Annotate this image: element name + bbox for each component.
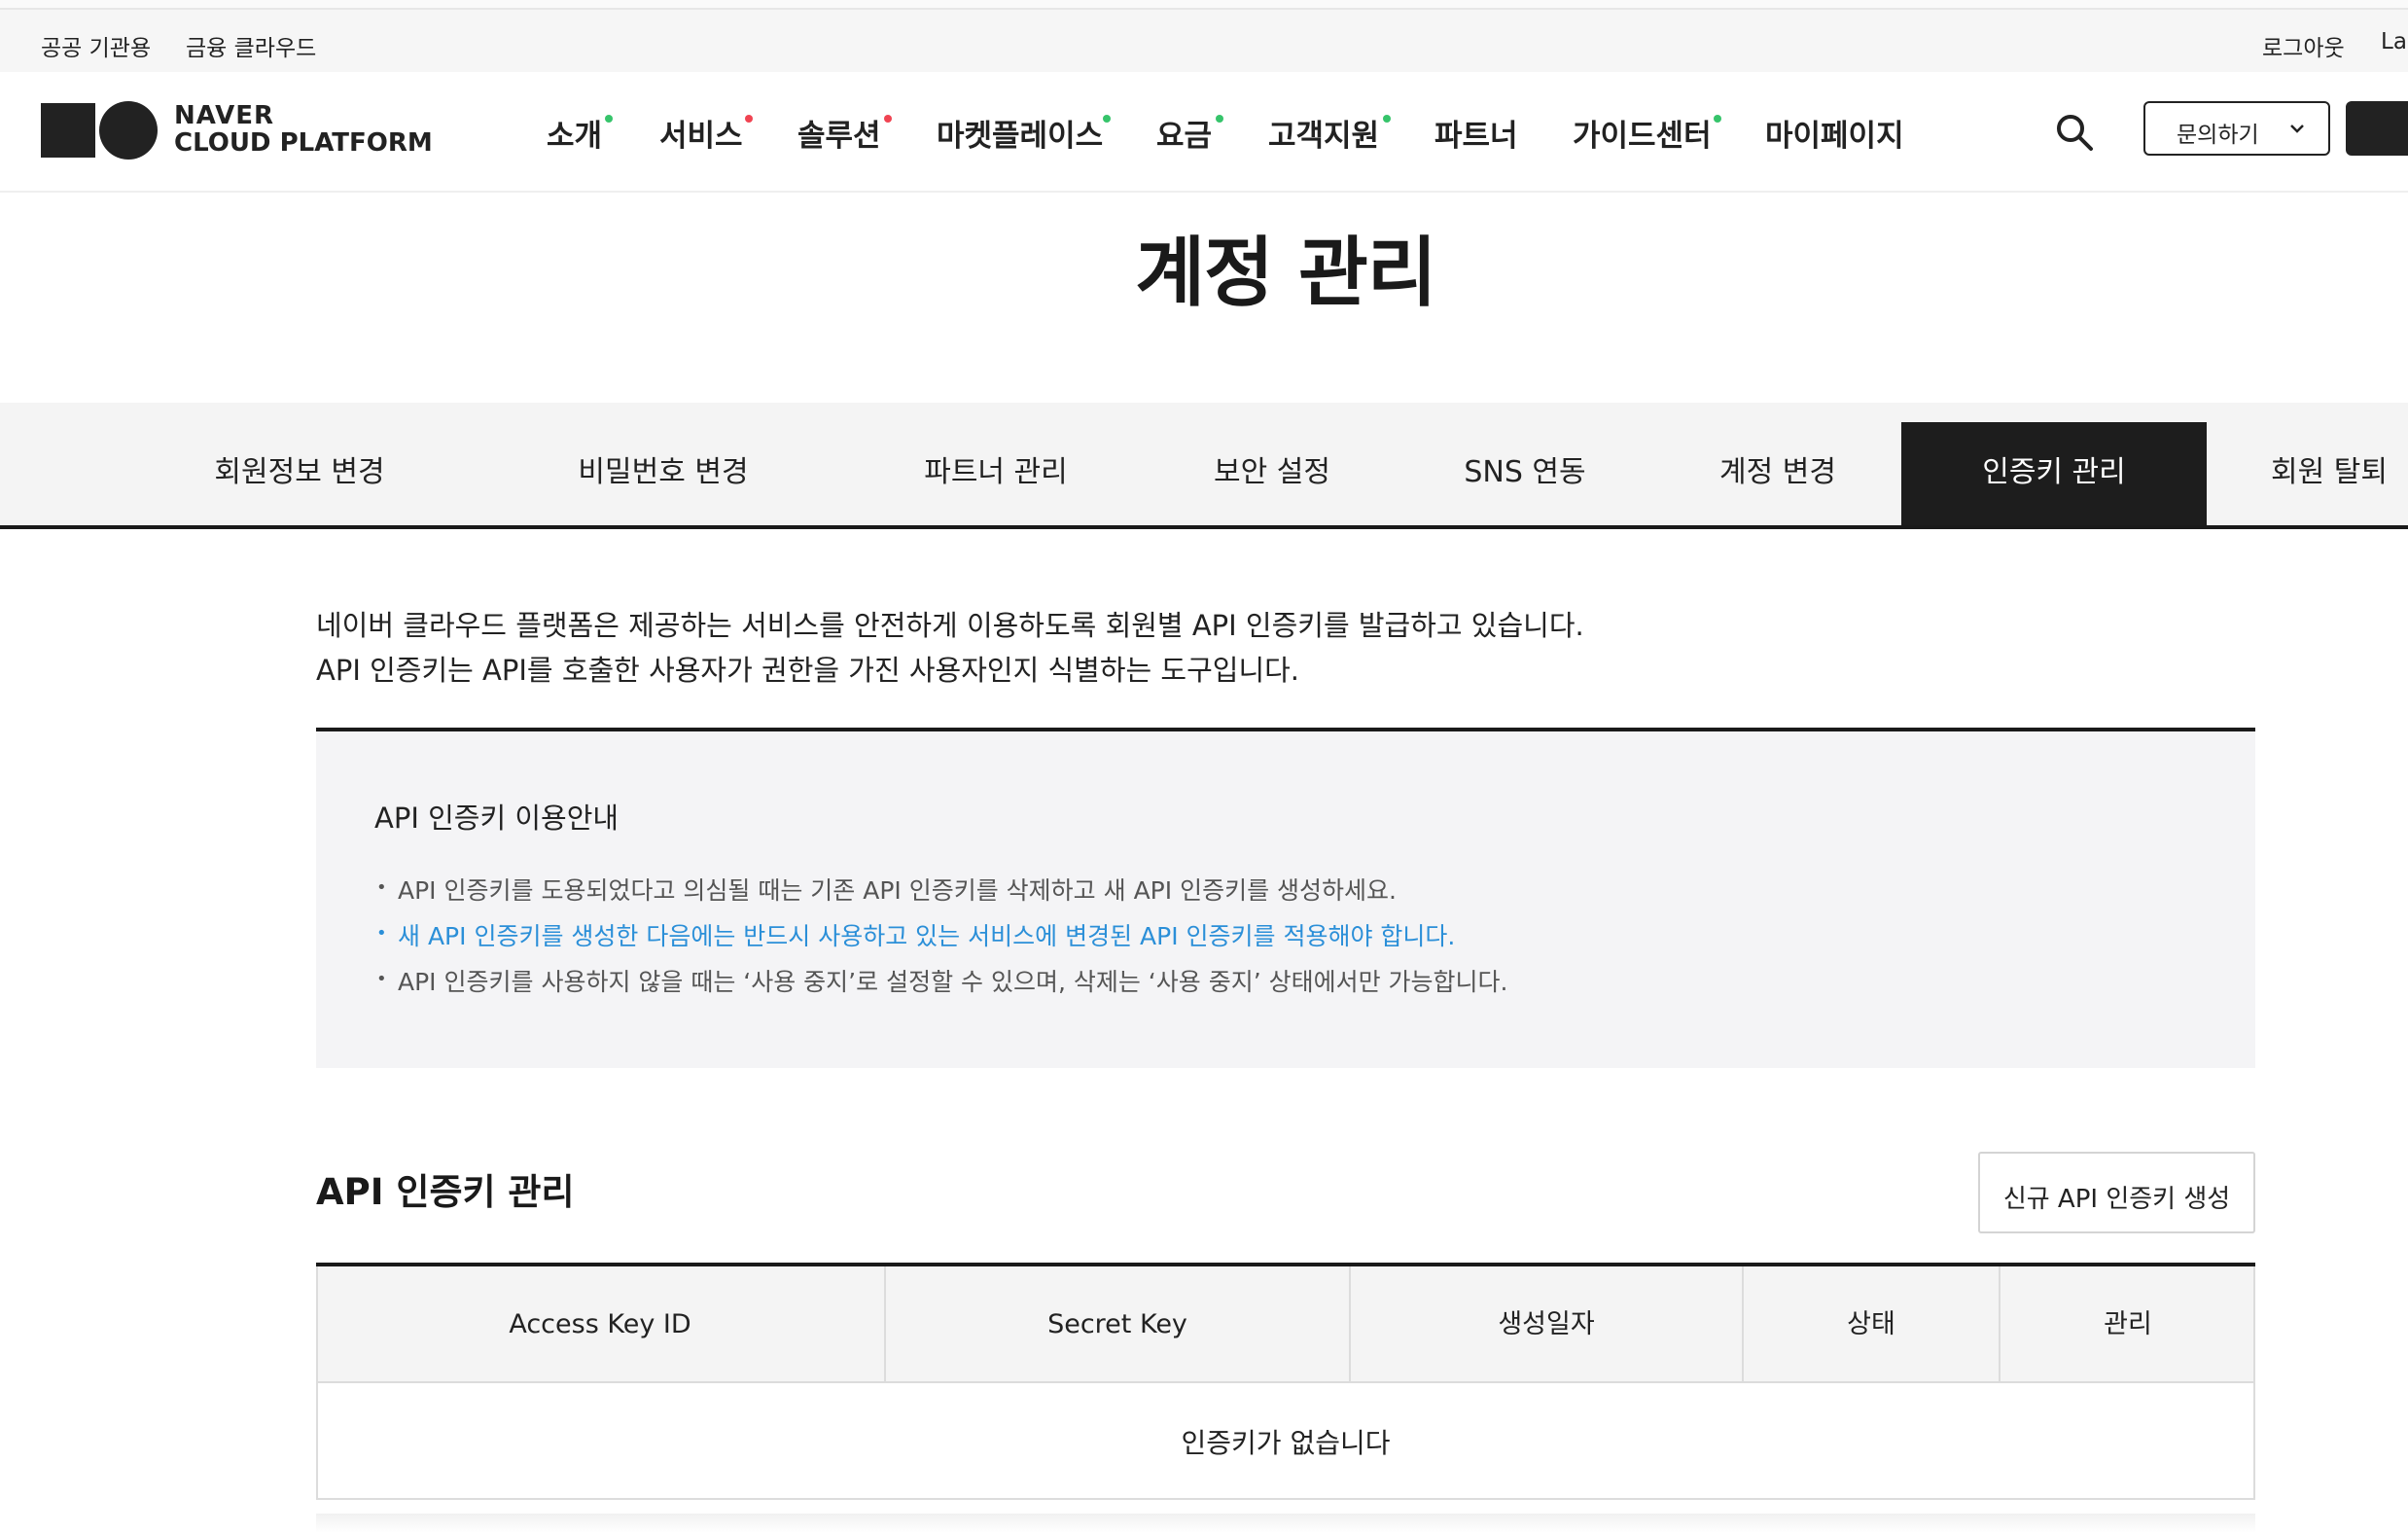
- logo-circle-mark[interactable]: [99, 101, 158, 160]
- tab-withdraw[interactable]: 회원 탈퇴: [2237, 403, 2408, 525]
- tab-account-change[interactable]: 계정 변경: [1675, 403, 1881, 525]
- public-agency-link[interactable]: 공공 기관용: [41, 29, 151, 62]
- finance-cloud-link[interactable]: 금융 클라우드: [186, 29, 316, 62]
- logo-text-cloud-platform[interactable]: CLOUD PLATFORM: [174, 128, 433, 158]
- utility-bar: 공공 기관용 금융 클라우드 로그아웃 La: [0, 10, 2408, 72]
- section-title: API 인증키 관리: [316, 1171, 575, 1213]
- nav-guide-center-dot: [1714, 115, 1721, 123]
- logo-text-naver[interactable]: NAVER: [174, 101, 274, 130]
- table-right-border: [2253, 1266, 2255, 1387]
- tab-security[interactable]: 보안 설정: [1167, 403, 1377, 525]
- column-manage: 관리: [2104, 1309, 2152, 1339]
- nav-services[interactable]: 서비스: [659, 111, 743, 155]
- tab-member-info[interactable]: 회원정보 변경: [144, 403, 455, 525]
- nav-solutions-dot: [884, 115, 892, 123]
- column-secret-key: Secret Key: [886, 1266, 1351, 1381]
- nav-solutions[interactable]: 솔루션: [797, 111, 881, 155]
- intro-line-2: API 인증키는 API를 호출한 사용자가 권한을 가진 사용자인지 식별하는…: [316, 654, 1300, 687]
- notice-bullet: • API 인증키를 사용하지 않을 때는 ‘사용 중지’로 설정할 수 있으며,…: [376, 968, 1508, 996]
- account-tabs: 회원정보 변경 비밀번호 변경 파트너 관리 보안 설정 SNS 연동 계정 변…: [0, 403, 2408, 529]
- table-body: 인증키가 없습니다: [316, 1383, 2255, 1500]
- chevron-down-icon: [2290, 125, 2304, 133]
- nav-mypage[interactable]: 마이페이지: [1765, 111, 1904, 155]
- nav-marketplace-dot: [1103, 115, 1111, 123]
- column-access-key-id: Access Key ID: [316, 1266, 886, 1381]
- create-api-key-label: 신규 API 인증키 생성: [2002, 1185, 2231, 1214]
- table-left-border: [316, 1266, 318, 1387]
- nav-pricing[interactable]: 요금: [1156, 111, 1212, 155]
- empty-state-text: 인증키가 없습니다: [1181, 1427, 1391, 1459]
- nav-intro-dot: [605, 115, 613, 123]
- notice-box: API 인증키 이용안내 • API 인증키를 도용되었다고 의심될 때는 기존 …: [316, 728, 2255, 1068]
- tab-auth-key[interactable]: 인증키 관리: [1901, 422, 2207, 525]
- notice-bullet: • API 인증키를 도용되었다고 의심될 때는 기존 API 인증키를 삭제하고…: [376, 876, 1397, 905]
- notice-bullet-highlight: • 새 API 인증키를 생성한 다음에는 반드시 사용하고 있는 서비스에 변경…: [376, 922, 1456, 950]
- nav-pricing-dot: [1216, 115, 1223, 123]
- tab-password[interactable]: 비밀번호 변경: [510, 403, 817, 525]
- create-api-key-button[interactable]: 신규 API 인증키 생성: [1978, 1152, 2255, 1233]
- nav-partners[interactable]: 파트너: [1434, 111, 1518, 155]
- nav-marketplace[interactable]: 마켓플레이스: [937, 111, 1103, 155]
- intro-line-1: 네이버 클라우드 플랫폼은 제공하는 서비스를 안전하게 이용하도록 회원별 A…: [316, 609, 1584, 642]
- notice-bullet-text: 새 API 인증키를 생성한 다음에는 반드시 사용하고 있는 서비스에 변경된…: [398, 922, 1456, 950]
- nav-intro[interactable]: 소개: [547, 111, 602, 155]
- notice-bullet-text: API 인증키를 사용하지 않을 때는 ‘사용 중지’로 설정할 수 있으며, …: [398, 968, 1508, 996]
- top-edge: [0, 0, 2408, 10]
- console-button[interactable]: [2346, 101, 2408, 156]
- column-created-date: 생성일자: [1351, 1266, 1744, 1381]
- bottom-fade: [316, 1514, 2255, 1533]
- contact-label: 문의하기: [2177, 123, 2259, 148]
- search-icon[interactable]: [2055, 113, 2094, 152]
- tab-sns[interactable]: SNS 연동: [1404, 403, 1646, 525]
- tab-partner-manage[interactable]: 파트너 관리: [856, 403, 1136, 525]
- nav-guide-center[interactable]: 가이드센터: [1573, 111, 1712, 155]
- table-header: Access Key ID Secret Key 생성일자 상태 관리: [316, 1263, 2255, 1387]
- nav-support-dot: [1383, 115, 1391, 123]
- main-header: NAVER CLOUD PLATFORM 소개 서비스 솔루션 마켓플레이스 요…: [0, 72, 2408, 193]
- contact-dropdown-button[interactable]: 문의하기: [2143, 101, 2330, 156]
- logo-square-mark[interactable]: [41, 103, 95, 158]
- column-status: 상태: [1744, 1266, 2001, 1381]
- nav-support[interactable]: 고객지원: [1268, 111, 1379, 155]
- page-title: 계정 관리: [1135, 230, 1436, 317]
- nav-services-dot: [745, 115, 753, 123]
- logout-link[interactable]: 로그아웃: [2262, 29, 2345, 62]
- language-link[interactable]: La: [2381, 29, 2407, 54]
- notice-bullet-text: API 인증키를 도용되었다고 의심될 때는 기존 API 인증키를 삭제하고 …: [398, 876, 1397, 905]
- notice-title: API 인증키 이용안내: [374, 802, 620, 835]
